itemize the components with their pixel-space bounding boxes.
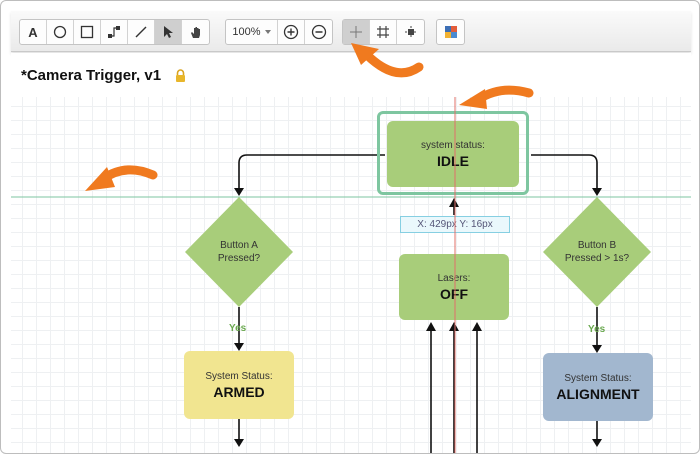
- line-tool-button[interactable]: [128, 20, 155, 44]
- decision-button-a-line2: Pressed?: [217, 253, 261, 264]
- guides-toggle-button[interactable]: [343, 20, 370, 44]
- zoom-select[interactable]: 100%: [226, 20, 278, 44]
- node-lasers-caption: Lasers:: [437, 272, 471, 284]
- node-idle-caption: system status:: [421, 139, 485, 151]
- circle-icon: [53, 25, 67, 39]
- arrowhead-lasers-1: [426, 322, 436, 331]
- arrowhead-armed-down: [234, 439, 244, 447]
- snap-icon: [404, 26, 417, 38]
- node-armed[interactable]: System Status: ARMED: [184, 351, 294, 419]
- select-tool-button[interactable]: [155, 20, 182, 44]
- node-alignment-value: ALIGNMENT: [556, 385, 640, 402]
- edge-label-yes-b: Yes: [588, 324, 606, 335]
- decision-button-a-line1: Button A: [220, 240, 258, 251]
- zoom-value: 100%: [232, 26, 261, 38]
- zoom-in-button[interactable]: [278, 20, 305, 44]
- grid-icon: [377, 26, 389, 38]
- view-tools-group: [342, 19, 425, 45]
- minus-circle-icon: [311, 24, 326, 40]
- palette-group: [436, 19, 465, 45]
- node-lasers[interactable]: Lasers: OFF: [399, 254, 509, 320]
- node-armed-caption: System Status:: [205, 370, 273, 382]
- drawing-tools-group: A: [19, 19, 210, 45]
- line-icon: [135, 26, 147, 38]
- node-alignment[interactable]: System Status: ALIGNMENT: [543, 353, 653, 421]
- node-alignment-caption: System Status:: [564, 372, 632, 384]
- zoom-group: 100%: [225, 19, 333, 45]
- connector-tool-button[interactable]: [101, 20, 128, 44]
- edge-label-yes-a: Yes: [229, 323, 247, 334]
- color-palette-icon: [444, 26, 457, 38]
- coordinate-readout: X: 429px Y: 16px: [400, 216, 510, 233]
- decision-button-b-line1: Button B: [577, 240, 617, 251]
- app-window: A 100% *Camera Trigger, v1 system status…: [0, 0, 700, 454]
- decision-button-a-label: Button A Pressed?: [194, 239, 284, 265]
- pointer-icon: [164, 26, 173, 38]
- pan-tool-button[interactable]: [182, 20, 209, 44]
- hand-icon: [190, 27, 200, 38]
- ellipse-tool-button[interactable]: [47, 20, 74, 44]
- rectangle-tool-button[interactable]: [74, 20, 101, 44]
- lock-icon: [176, 69, 185, 82]
- node-idle-value: IDLE: [437, 152, 469, 169]
- decision-button-b-line2: Pressed > 1s?: [564, 253, 630, 264]
- connector-idle-to-button-b: [531, 154, 598, 193]
- arrowhead-button-b: [592, 188, 602, 196]
- text-icon: A: [28, 24, 38, 40]
- arrowhead-idle: [449, 198, 459, 207]
- snap-toggle-button[interactable]: [397, 20, 424, 44]
- grid-toggle-button[interactable]: [370, 20, 397, 44]
- arrowhead-alignment-down: [592, 439, 602, 447]
- connector-idle-to-button-a: [238, 154, 385, 193]
- text-tool-button[interactable]: A: [20, 20, 47, 44]
- arrowhead-lasers-2: [449, 322, 459, 331]
- document-header: *Camera Trigger, v1: [11, 53, 691, 97]
- decision-button-b-label: Button B Pressed > 1s?: [552, 239, 642, 265]
- document-title: *Camera Trigger, v1: [21, 67, 162, 84]
- arrowhead-button-a: [234, 188, 244, 196]
- node-idle[interactable]: system status: IDLE: [387, 121, 519, 187]
- plus-circle-icon: [283, 24, 299, 40]
- arrowhead-armed: [234, 343, 244, 351]
- arrowhead-lasers-3: [472, 322, 482, 331]
- node-lasers-value: OFF: [440, 285, 468, 302]
- zoom-out-button[interactable]: [305, 20, 332, 44]
- square-icon: [80, 25, 94, 39]
- connector-icon: [108, 26, 120, 38]
- chevron-down-icon: [264, 30, 271, 34]
- diagram-canvas[interactable]: system status: IDLE Lasers: OFF System S…: [11, 97, 691, 453]
- arrowhead-alignment: [592, 345, 602, 353]
- toolbar: A 100%: [11, 11, 691, 52]
- crosshair-icon: [350, 26, 362, 38]
- color-palette-button[interactable]: [437, 20, 464, 44]
- node-armed-value: ARMED: [213, 383, 265, 400]
